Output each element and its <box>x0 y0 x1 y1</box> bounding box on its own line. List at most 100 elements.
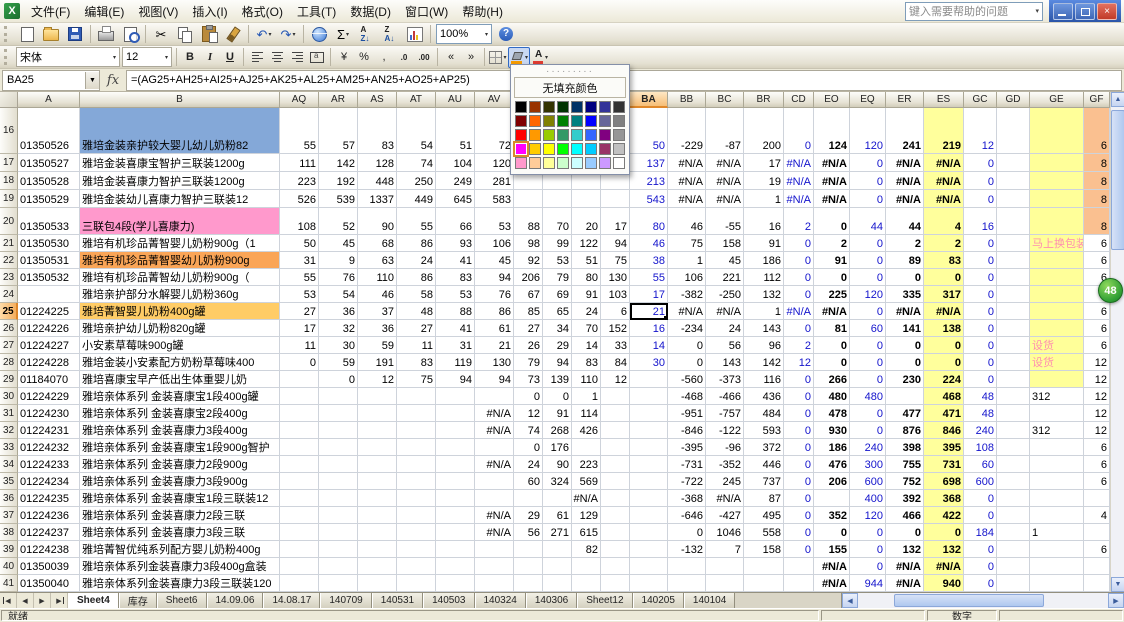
sheet-tab-Sheet12[interactable]: Sheet12 <box>577 593 632 608</box>
row-header-35[interactable]: 35 <box>0 473 18 490</box>
cell-AW22[interactable]: 92 <box>514 252 543 269</box>
row-header-27[interactable]: 27 <box>0 337 18 354</box>
cell-EQ27[interactable]: 0 <box>850 337 886 354</box>
cell-EQ30[interactable]: 480 <box>850 388 886 405</box>
cell-AR37[interactable] <box>319 507 358 524</box>
cell-GC18[interactable]: 0 <box>964 172 997 190</box>
row-header-32[interactable]: 32 <box>0 422 18 439</box>
cell-B22[interactable]: 雅培有机珍品菁智婴幼儿奶粉900g <box>80 252 280 269</box>
cell-BA30[interactable] <box>630 388 668 405</box>
cell-AW23[interactable]: 206 <box>514 269 543 286</box>
color-swatch-FFFF00[interactable] <box>543 143 555 155</box>
row-header-20[interactable]: 20 <box>0 208 18 235</box>
cell-AX34[interactable]: 90 <box>543 456 572 473</box>
cell-AU26[interactable]: 41 <box>436 320 475 337</box>
cell-AS17[interactable]: 128 <box>358 154 397 172</box>
cell-A26[interactable]: 01224226 <box>18 320 80 337</box>
cell-AQ36[interactable] <box>280 490 319 507</box>
cell-AZ37[interactable] <box>601 507 630 524</box>
cell-CD18[interactable]: #N/A <box>784 172 814 190</box>
cell-AY40[interactable] <box>572 558 601 575</box>
cell-GF35[interactable]: 6 <box>1084 473 1110 490</box>
row-header-33[interactable]: 33 <box>0 439 18 456</box>
cell-AY21[interactable]: 122 <box>572 235 601 252</box>
cell-GF38[interactable] <box>1084 524 1110 541</box>
cell-EO18[interactable]: #N/A <box>814 172 850 190</box>
row-header-36[interactable]: 36 <box>0 490 18 507</box>
cell-AS21[interactable]: 68 <box>358 235 397 252</box>
insert-function-icon[interactable]: fx <box>100 73 126 88</box>
cell-A19[interactable]: 01350529 <box>18 190 80 208</box>
cell-A31[interactable]: 01224230 <box>18 405 80 422</box>
col-header-AR[interactable]: AR <box>319 92 358 108</box>
paste-icon[interactable] <box>197 24 221 44</box>
color-swatch-800000[interactable] <box>515 115 527 127</box>
cell-EO35[interactable]: 206 <box>814 473 850 490</box>
cell-BA31[interactable] <box>630 405 668 422</box>
cell-GE17[interactable] <box>1030 154 1084 172</box>
color-swatch-FF0000[interactable] <box>515 129 527 141</box>
cell-AQ38[interactable] <box>280 524 319 541</box>
cell-GF36[interactable] <box>1084 490 1110 507</box>
cell-AW20[interactable]: 88 <box>514 208 543 235</box>
cell-BR37[interactable]: 495 <box>744 507 784 524</box>
col-header-CD[interactable]: CD <box>784 92 814 108</box>
save-icon[interactable] <box>63 24 87 44</box>
cell-ES38[interactable]: 0 <box>924 524 964 541</box>
cell-BR24[interactable]: 132 <box>744 286 784 303</box>
cell-AU16[interactable]: 51 <box>436 108 475 154</box>
cell-B34[interactable]: 雅培亲体系列 金装喜康力2段900g <box>80 456 280 473</box>
cell-ER25[interactable]: #N/A <box>886 303 924 320</box>
cell-GD20[interactable] <box>997 208 1030 235</box>
cell-AY30[interactable]: 1 <box>572 388 601 405</box>
cell-AU38[interactable] <box>436 524 475 541</box>
cell-GE38[interactable]: 1 <box>1030 524 1084 541</box>
cell-AU29[interactable]: 94 <box>436 371 475 388</box>
cell-AR35[interactable] <box>319 473 358 490</box>
cell-BC23[interactable]: 221 <box>706 269 744 286</box>
cell-AX22[interactable]: 53 <box>543 252 572 269</box>
cell-AW26[interactable]: 27 <box>514 320 543 337</box>
cell-AV23[interactable]: 94 <box>475 269 514 286</box>
color-swatch-993366[interactable] <box>599 143 611 155</box>
cell-ER39[interactable]: 132 <box>886 541 924 558</box>
color-swatch-008080[interactable] <box>571 115 583 127</box>
cell-ER18[interactable]: #N/A <box>886 172 924 190</box>
cell-AZ23[interactable]: 130 <box>601 269 630 286</box>
cell-AX21[interactable]: 99 <box>543 235 572 252</box>
cell-EO17[interactable]: #N/A <box>814 154 850 172</box>
chart-wizard-icon[interactable] <box>403 24 427 44</box>
cell-GC23[interactable]: 0 <box>964 269 997 286</box>
cell-BR33[interactable]: 372 <box>744 439 784 456</box>
cell-GD24[interactable] <box>997 286 1030 303</box>
cell-EQ26[interactable]: 60 <box>850 320 886 337</box>
cell-AR34[interactable] <box>319 456 358 473</box>
cell-AV19[interactable]: 583 <box>475 190 514 208</box>
cell-AS41[interactable] <box>358 575 397 592</box>
cell-AY22[interactable]: 51 <box>572 252 601 269</box>
font-name-select[interactable]: 宋体▾ <box>16 47 120 67</box>
cell-BB22[interactable]: 1 <box>668 252 706 269</box>
cell-BC25[interactable]: #N/A <box>706 303 744 320</box>
cell-AR23[interactable]: 76 <box>319 269 358 286</box>
cell-A32[interactable]: 01224231 <box>18 422 80 439</box>
color-swatch-CC99FF[interactable] <box>599 157 611 169</box>
cell-AV32[interactable]: #N/A <box>475 422 514 439</box>
cell-A27[interactable]: 01224227 <box>18 337 80 354</box>
increase-indent-button[interactable]: » <box>461 48 481 67</box>
col-header-AQ[interactable]: AQ <box>280 92 319 108</box>
cell-GE36[interactable] <box>1030 490 1084 507</box>
align-center-button[interactable] <box>267 48 287 67</box>
cell-CD30[interactable]: 0 <box>784 388 814 405</box>
cell-BB18[interactable]: #N/A <box>668 172 706 190</box>
row-header-25[interactable]: 25 <box>0 303 18 320</box>
cell-BA35[interactable] <box>630 473 668 490</box>
cell-GE23[interactable] <box>1030 269 1084 286</box>
cell-GF39[interactable]: 6 <box>1084 541 1110 558</box>
cell-B30[interactable]: 雅培亲体系列 金装喜康宝1段400g罐 <box>80 388 280 405</box>
row-header-39[interactable]: 39 <box>0 541 18 558</box>
minimize-button[interactable] <box>1053 3 1073 20</box>
cell-ES20[interactable]: 4 <box>924 208 964 235</box>
cell-AU31[interactable] <box>436 405 475 422</box>
cell-ER35[interactable]: 752 <box>886 473 924 490</box>
